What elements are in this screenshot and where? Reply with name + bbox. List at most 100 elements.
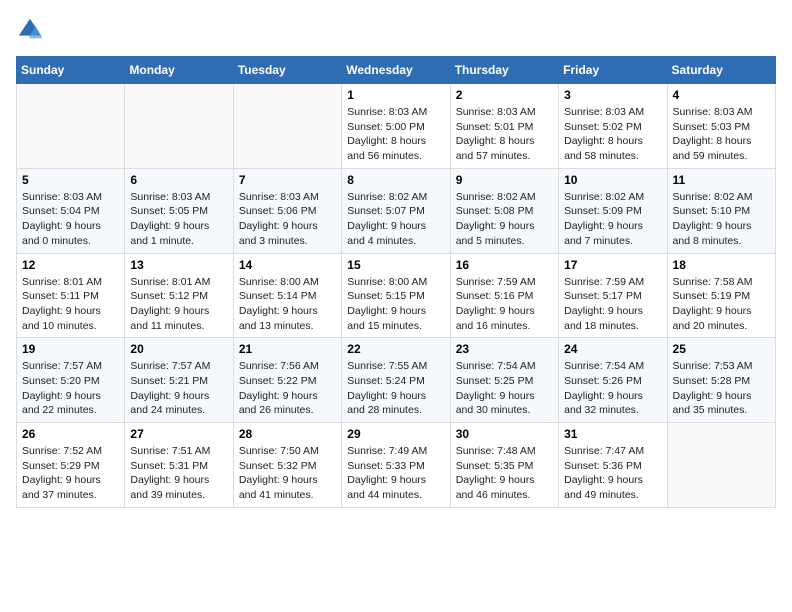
week-row-3: 12Sunrise: 8:01 AM Sunset: 5:11 PM Dayli… <box>17 253 776 338</box>
calendar-cell: 4 Sunrise: 8:03 AM Sunset: 5:03 PM Daylig… <box>667 84 775 169</box>
day-info: Sunrise: 7:54 AM Sunset: 5:25 PM Dayligh… <box>456 359 553 418</box>
day-info: Sunrise: 8:01 AM Sunset: 5:12 PM Dayligh… <box>130 275 227 334</box>
header-row: SundayMondayTuesdayWednesdayThursdayFrid… <box>17 57 776 84</box>
day-number: 28 <box>239 427 336 441</box>
calendar-cell: 16 Sunrise: 7:59 AM Sunset: 5:16 PM Dayli… <box>450 253 558 338</box>
day-info: Sunrise: 7:59 AM Sunset: 5:16 PM Dayligh… <box>456 275 553 334</box>
calendar-cell: 2 Sunrise: 8:03 AM Sunset: 5:01 PM Daylig… <box>450 84 558 169</box>
header <box>16 16 776 44</box>
logo <box>16 16 48 44</box>
calendar-cell: 15 Sunrise: 8:00 AM Sunset: 5:15 PM Dayli… <box>342 253 450 338</box>
day-number: 8 <box>347 173 444 187</box>
calendar-cell <box>125 84 233 169</box>
day-number: 16 <box>456 258 553 272</box>
day-number: 20 <box>130 342 227 356</box>
week-row-4: 19 Sunrise: 7:57 AM Sunset: 5:20 PM Dayli… <box>17 338 776 423</box>
day-number: 10 <box>564 173 661 187</box>
day-info: Sunrise: 7:59 AM Sunset: 5:17 PM Dayligh… <box>564 275 661 334</box>
calendar-cell: 19 Sunrise: 7:57 AM Sunset: 5:20 PM Dayli… <box>17 338 125 423</box>
day-info: Sunrise: 7:48 AM Sunset: 5:35 PM Dayligh… <box>456 444 553 503</box>
day-header-sunday: Sunday <box>17 57 125 84</box>
day-header-saturday: Saturday <box>667 57 775 84</box>
calendar-cell: 10 Sunrise: 8:02 AM Sunset: 5:09 PM Dayli… <box>559 168 667 253</box>
day-number: 15 <box>347 258 444 272</box>
day-number: 31 <box>564 427 661 441</box>
day-info: Sunrise: 7:57 AM Sunset: 5:20 PM Dayligh… <box>22 359 119 418</box>
calendar-cell: 28Sunrise: 7:50 AM Sunset: 5:32 PM Dayli… <box>233 423 341 508</box>
day-info: Sunrise: 8:00 AM Sunset: 5:15 PM Dayligh… <box>347 275 444 334</box>
day-number: 12 <box>22 258 119 272</box>
calendar-cell: 22 Sunrise: 7:55 AM Sunset: 5:24 PM Dayli… <box>342 338 450 423</box>
day-info: Sunrise: 7:54 AM Sunset: 5:26 PM Dayligh… <box>564 359 661 418</box>
day-number: 11 <box>673 173 770 187</box>
day-info: Sunrise: 8:02 AM Sunset: 5:08 PM Dayligh… <box>456 190 553 249</box>
day-info: Sunrise: 8:02 AM Sunset: 5:07 PM Dayligh… <box>347 190 444 249</box>
calendar-cell: 8 Sunrise: 8:02 AM Sunset: 5:07 PM Daylig… <box>342 168 450 253</box>
day-info: Sunrise: 8:03 AM Sunset: 5:03 PM Dayligh… <box>673 105 770 164</box>
calendar-cell <box>667 423 775 508</box>
day-number: 7 <box>239 173 336 187</box>
day-header-monday: Monday <box>125 57 233 84</box>
day-info: Sunrise: 8:03 AM Sunset: 5:04 PM Dayligh… <box>22 190 119 249</box>
day-number: 2 <box>456 88 553 102</box>
day-info: Sunrise: 7:53 AM Sunset: 5:28 PM Dayligh… <box>673 359 770 418</box>
calendar-table: SundayMondayTuesdayWednesdayThursdayFrid… <box>16 56 776 508</box>
week-row-2: 5 Sunrise: 8:03 AM Sunset: 5:04 PM Daylig… <box>17 168 776 253</box>
day-number: 5 <box>22 173 119 187</box>
logo-icon <box>16 16 44 44</box>
day-info: Sunrise: 7:52 AM Sunset: 5:29 PM Dayligh… <box>22 444 119 503</box>
calendar-cell: 9 Sunrise: 8:02 AM Sunset: 5:08 PM Daylig… <box>450 168 558 253</box>
calendar-cell: 5 Sunrise: 8:03 AM Sunset: 5:04 PM Daylig… <box>17 168 125 253</box>
calendar-cell: 31 Sunrise: 7:47 AM Sunset: 5:36 PM Dayli… <box>559 423 667 508</box>
calendar-cell: 12Sunrise: 8:01 AM Sunset: 5:11 PM Dayli… <box>17 253 125 338</box>
day-header-tuesday: Tuesday <box>233 57 341 84</box>
day-info: Sunrise: 7:55 AM Sunset: 5:24 PM Dayligh… <box>347 359 444 418</box>
calendar-cell: 26 Sunrise: 7:52 AM Sunset: 5:29 PM Dayli… <box>17 423 125 508</box>
day-info: Sunrise: 8:03 AM Sunset: 5:01 PM Dayligh… <box>456 105 553 164</box>
day-number: 3 <box>564 88 661 102</box>
day-number: 26 <box>22 427 119 441</box>
day-number: 9 <box>456 173 553 187</box>
day-number: 30 <box>456 427 553 441</box>
day-info: Sunrise: 8:02 AM Sunset: 5:10 PM Dayligh… <box>673 190 770 249</box>
calendar-cell <box>233 84 341 169</box>
day-number: 21 <box>239 342 336 356</box>
day-info: Sunrise: 8:02 AM Sunset: 5:09 PM Dayligh… <box>564 190 661 249</box>
calendar-cell: 21Sunrise: 7:56 AM Sunset: 5:22 PM Dayli… <box>233 338 341 423</box>
calendar-cell: 7Sunrise: 8:03 AM Sunset: 5:06 PM Daylig… <box>233 168 341 253</box>
day-number: 19 <box>22 342 119 356</box>
day-number: 13 <box>130 258 227 272</box>
calendar-cell: 6Sunrise: 8:03 AM Sunset: 5:05 PM Daylig… <box>125 168 233 253</box>
week-row-1: 1Sunrise: 8:03 AM Sunset: 5:00 PM Daylig… <box>17 84 776 169</box>
calendar-cell: 24 Sunrise: 7:54 AM Sunset: 5:26 PM Dayli… <box>559 338 667 423</box>
day-number: 27 <box>130 427 227 441</box>
day-info: Sunrise: 7:58 AM Sunset: 5:19 PM Dayligh… <box>673 275 770 334</box>
calendar-cell: 23Sunrise: 7:54 AM Sunset: 5:25 PM Dayli… <box>450 338 558 423</box>
day-number: 4 <box>673 88 770 102</box>
day-info: Sunrise: 7:47 AM Sunset: 5:36 PM Dayligh… <box>564 444 661 503</box>
calendar-cell: 30 Sunrise: 7:48 AM Sunset: 5:35 PM Dayli… <box>450 423 558 508</box>
calendar-cell: 11 Sunrise: 8:02 AM Sunset: 5:10 PM Dayli… <box>667 168 775 253</box>
calendar-cell: 3 Sunrise: 8:03 AM Sunset: 5:02 PM Daylig… <box>559 84 667 169</box>
day-info: Sunrise: 8:03 AM Sunset: 5:02 PM Dayligh… <box>564 105 661 164</box>
calendar-cell: 27Sunrise: 7:51 AM Sunset: 5:31 PM Dayli… <box>125 423 233 508</box>
week-row-5: 26 Sunrise: 7:52 AM Sunset: 5:29 PM Dayli… <box>17 423 776 508</box>
calendar-cell: 29 Sunrise: 7:49 AM Sunset: 5:33 PM Dayli… <box>342 423 450 508</box>
day-header-wednesday: Wednesday <box>342 57 450 84</box>
day-number: 17 <box>564 258 661 272</box>
calendar-cell: 14Sunrise: 8:00 AM Sunset: 5:14 PM Dayli… <box>233 253 341 338</box>
calendar-cell <box>17 84 125 169</box>
day-number: 25 <box>673 342 770 356</box>
calendar-cell: 25 Sunrise: 7:53 AM Sunset: 5:28 PM Dayli… <box>667 338 775 423</box>
day-number: 29 <box>347 427 444 441</box>
day-number: 22 <box>347 342 444 356</box>
day-number: 18 <box>673 258 770 272</box>
day-number: 24 <box>564 342 661 356</box>
calendar-cell: 1Sunrise: 8:03 AM Sunset: 5:00 PM Daylig… <box>342 84 450 169</box>
day-header-thursday: Thursday <box>450 57 558 84</box>
calendar-cell: 17 Sunrise: 7:59 AM Sunset: 5:17 PM Dayli… <box>559 253 667 338</box>
day-info: Sunrise: 8:00 AM Sunset: 5:14 PM Dayligh… <box>239 275 336 334</box>
day-number: 1 <box>347 88 444 102</box>
calendar-cell: 18 Sunrise: 7:58 AM Sunset: 5:19 PM Dayli… <box>667 253 775 338</box>
day-info: Sunrise: 7:49 AM Sunset: 5:33 PM Dayligh… <box>347 444 444 503</box>
